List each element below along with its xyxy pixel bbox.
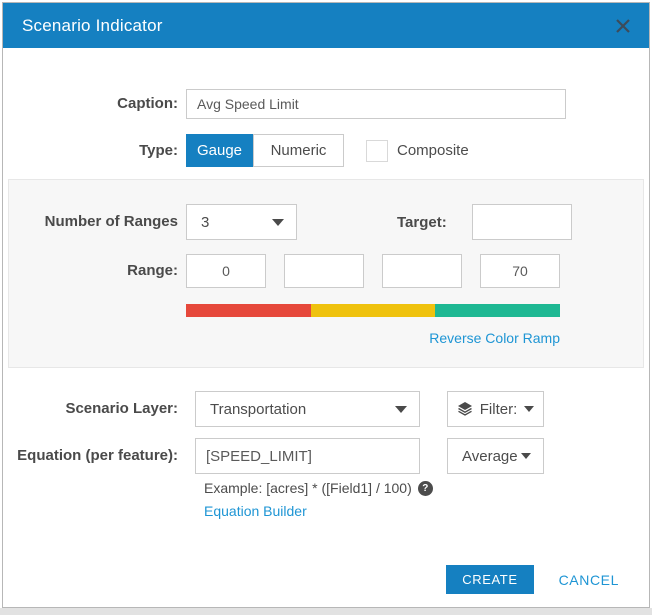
type-option-numeric[interactable]: Numeric bbox=[253, 134, 344, 167]
chevron-down-icon bbox=[521, 453, 531, 459]
number-of-ranges-value: 3 bbox=[201, 214, 209, 231]
equation-example-text: Example: [acres] * ([Field1] / 100) bbox=[204, 480, 412, 496]
ranges-panel: Number of Ranges 3 Target: Range: bbox=[8, 179, 644, 368]
help-icon[interactable]: ? bbox=[418, 481, 433, 496]
create-button[interactable]: CREATE bbox=[446, 565, 533, 594]
range-input-3[interactable] bbox=[382, 254, 462, 288]
ramp-segment-low bbox=[186, 304, 311, 317]
equation-label: Equation (per feature): bbox=[3, 446, 178, 466]
composite-checkbox[interactable] bbox=[366, 140, 388, 162]
aggregation-value: Average bbox=[462, 448, 518, 465]
layers-icon bbox=[457, 401, 473, 417]
type-option-gauge[interactable]: Gauge bbox=[186, 134, 253, 167]
equation-builder-link[interactable]: Equation Builder bbox=[204, 503, 307, 519]
range-input-4[interactable] bbox=[480, 254, 560, 288]
caption-label: Caption: bbox=[3, 94, 178, 114]
chevron-down-icon bbox=[395, 406, 407, 413]
range-row: Range: bbox=[9, 254, 643, 288]
number-of-ranges-label: Number of Ranges bbox=[9, 212, 178, 232]
type-segmented-control: Gauge Numeric bbox=[186, 134, 344, 167]
type-label: Type: bbox=[3, 141, 178, 161]
range-input-1[interactable] bbox=[186, 254, 266, 288]
ramp-segment-high bbox=[435, 304, 560, 317]
type-row: Type: Gauge Numeric Composite bbox=[3, 134, 649, 167]
reverse-ramp-row: Reverse Color Ramp bbox=[9, 330, 643, 348]
composite-label: Composite bbox=[397, 142, 469, 159]
filter-button[interactable]: Filter: bbox=[447, 391, 544, 427]
scenario-indicator-dialog: Scenario Indicator Caption: Type: Gauge … bbox=[2, 2, 650, 608]
dialog-header: Scenario Indicator bbox=[3, 3, 649, 48]
cancel-button[interactable]: CANCEL bbox=[559, 572, 619, 588]
caption-input[interactable] bbox=[186, 89, 566, 119]
filter-label: Filter: bbox=[480, 401, 518, 418]
caption-row: Caption: bbox=[3, 89, 649, 119]
scenario-layer-row: Scenario Layer: Transportation Filter: bbox=[3, 391, 649, 427]
equation-example: Example: [acres] * ([Field1] / 100) ? bbox=[204, 480, 649, 496]
scenario-layer-label: Scenario Layer: bbox=[3, 399, 178, 419]
dialog-footer: CREATE CANCEL bbox=[446, 565, 619, 594]
page-background-strip bbox=[0, 608, 652, 615]
chevron-down-icon bbox=[272, 219, 284, 226]
target-label: Target: bbox=[397, 214, 447, 231]
dialog-title: Scenario Indicator bbox=[22, 16, 163, 36]
reverse-color-ramp-link[interactable]: Reverse Color Ramp bbox=[429, 330, 560, 346]
number-of-ranges-dropdown[interactable]: 3 bbox=[186, 204, 297, 240]
equation-row: Equation (per feature): Average bbox=[3, 438, 649, 474]
close-icon[interactable] bbox=[614, 17, 632, 35]
color-ramp-row bbox=[9, 304, 643, 317]
target-input[interactable] bbox=[472, 204, 572, 240]
equation-input[interactable] bbox=[195, 438, 420, 474]
scenario-layer-value: Transportation bbox=[210, 401, 306, 418]
range-input-2[interactable] bbox=[284, 254, 364, 288]
chevron-down-icon bbox=[524, 406, 534, 412]
ramp-segment-mid bbox=[311, 304, 436, 317]
color-ramp bbox=[186, 304, 560, 317]
scenario-layer-dropdown[interactable]: Transportation bbox=[195, 391, 420, 427]
number-of-ranges-row: Number of Ranges 3 Target: bbox=[9, 204, 643, 240]
aggregation-dropdown[interactable]: Average bbox=[447, 438, 544, 474]
range-label: Range: bbox=[9, 261, 178, 281]
